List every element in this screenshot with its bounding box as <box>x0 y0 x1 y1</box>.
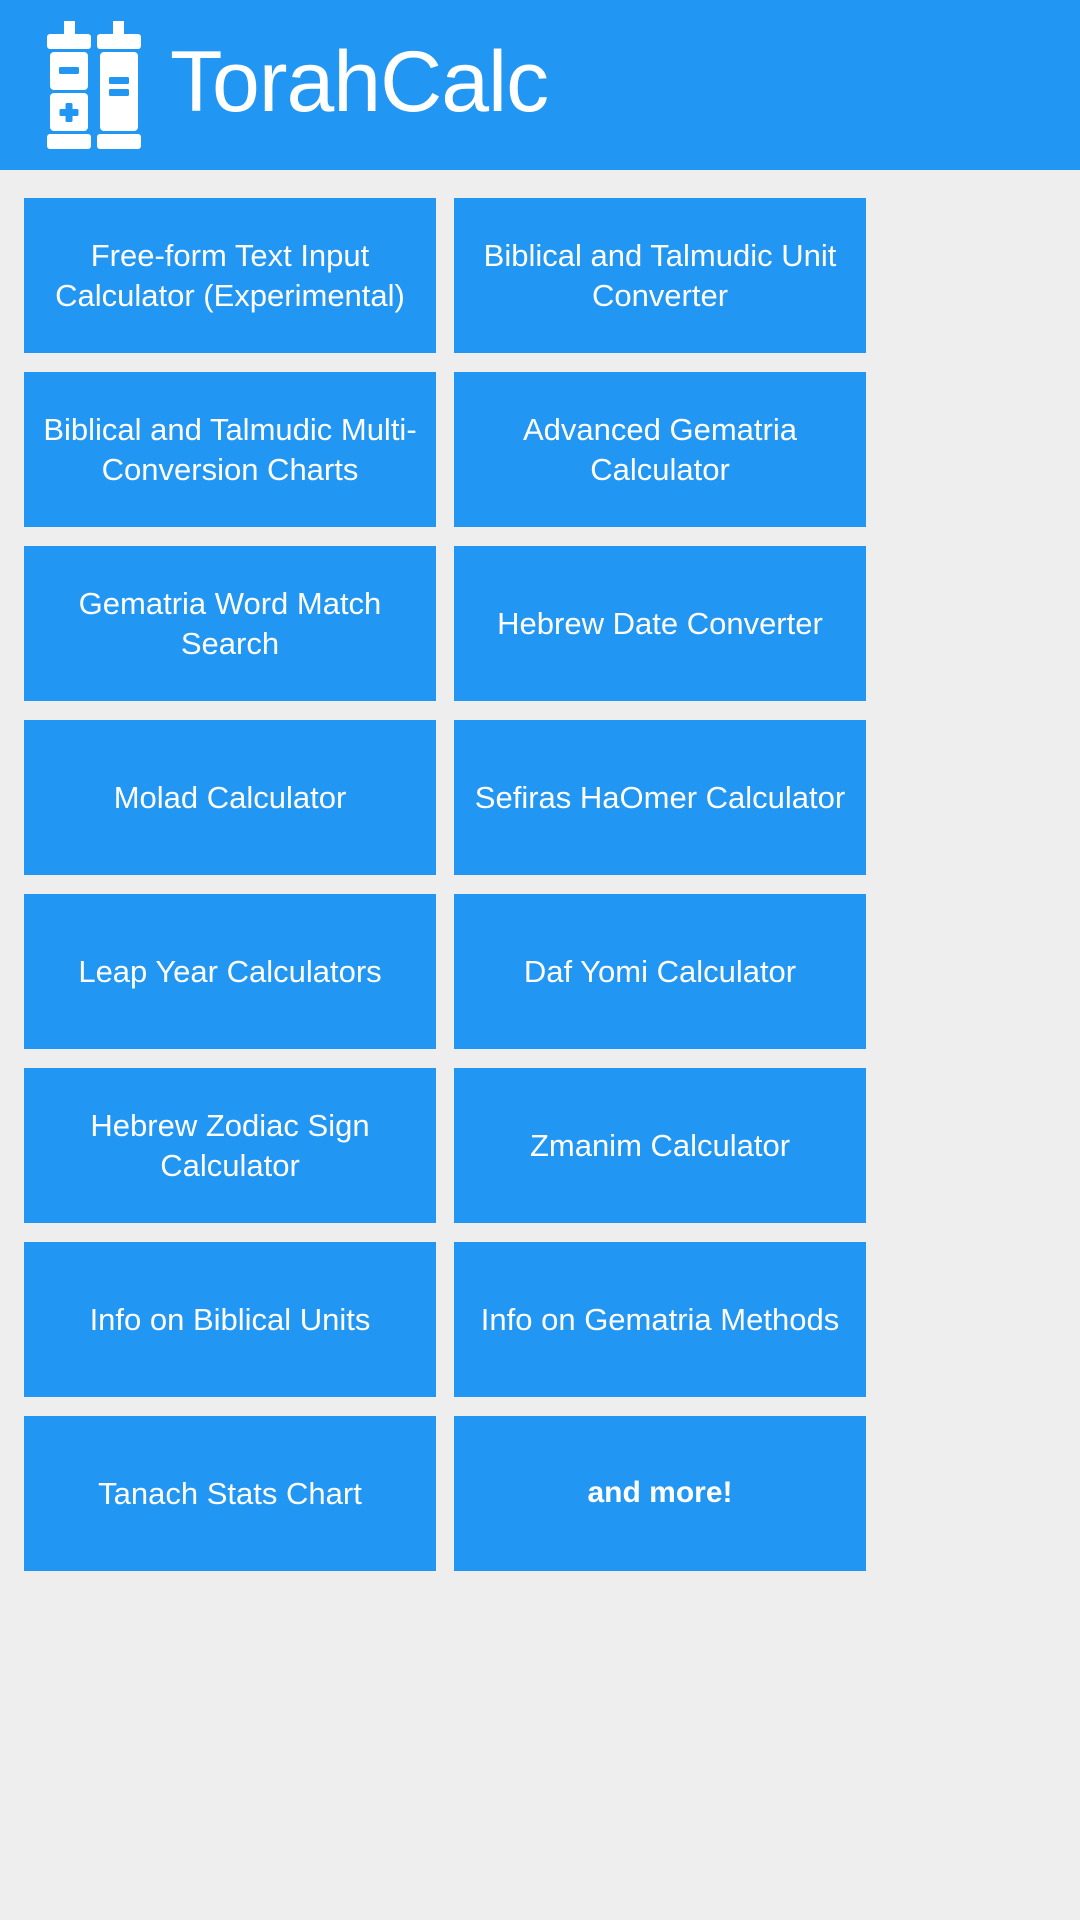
menu-tile-label: and more! <box>587 1476 733 1510</box>
menu-tile-and-more[interactable]: and more! <box>454 1416 866 1571</box>
menu-tile-label: Biblical and Talmudic Unit Converter <box>483 237 837 313</box>
menu-tile-label: Biblical and Talmudic Multi-Conversion C… <box>43 411 417 487</box>
menu-tile-label: Tanach Stats Chart <box>98 1475 362 1511</box>
torah-scroll-calculator-icon <box>44 21 144 149</box>
menu-tile-label: Info on Biblical Units <box>89 1301 371 1337</box>
menu-tile-tanach-stats-chart[interactable]: Tanach Stats Chart <box>24 1416 436 1571</box>
menu-tile-label: Daf Yomi Calculator <box>523 953 797 989</box>
menu-tile-zmanim-calculator[interactable]: Zmanim Calculator <box>454 1068 866 1223</box>
menu-tile-label: Leap Year Calculators <box>78 953 382 989</box>
menu-tile-label: Zmanim Calculator <box>529 1127 791 1163</box>
calculator-menu-grid: Free-form Text Input Calculator (Experim… <box>0 170 1080 1571</box>
app-header: TorahCalc <box>0 0 1080 170</box>
menu-tile-daf-yomi-calculator[interactable]: Daf Yomi Calculator <box>454 894 866 1049</box>
menu-tile-label: Free-form Text Input Calculator (Experim… <box>55 237 405 313</box>
menu-tile-biblical-and-talmudic-unit-converter[interactable]: Biblical and Talmudic Unit Converter <box>454 198 866 353</box>
menu-tile-label: Hebrew Zodiac Sign Calculator <box>90 1107 370 1183</box>
menu-tile-info-on-biblical-units[interactable]: Info on Biblical Units <box>24 1242 436 1397</box>
menu-tile-label: Gematria Word Match Search <box>78 585 382 661</box>
menu-tile-gematria-word-match-search[interactable]: Gematria Word Match Search <box>24 546 436 701</box>
menu-tile-sefiras-haomer-calculator[interactable]: Sefiras HaOmer Calculator <box>454 720 866 875</box>
menu-tile-info-on-gematria-methods[interactable]: Info on Gematria Methods <box>454 1242 866 1397</box>
menu-tile-label: Sefiras HaOmer Calculator <box>474 779 846 815</box>
page-title: TorahCalc <box>170 34 549 130</box>
menu-tile-hebrew-zodiac-sign-calculator[interactable]: Hebrew Zodiac Sign Calculator <box>24 1068 436 1223</box>
menu-tile-label: Info on Gematria Methods <box>480 1301 840 1337</box>
menu-tile-label: Hebrew Date Converter <box>497 605 823 641</box>
menu-tile-molad-calculator[interactable]: Molad Calculator <box>24 720 436 875</box>
menu-tile-hebrew-date-converter[interactable]: Hebrew Date Converter <box>454 546 866 701</box>
menu-tile-free-form-text-input-calculator[interactable]: Free-form Text Input Calculator (Experim… <box>24 198 436 353</box>
menu-tile-leap-year-calculators[interactable]: Leap Year Calculators <box>24 894 436 1049</box>
menu-tile-advanced-gematria-calculator[interactable]: Advanced Gematria Calculator <box>454 372 866 527</box>
menu-tile-label: Molad Calculator <box>113 779 347 815</box>
menu-tile-biblical-and-talmudic-multi-conversion-charts[interactable]: Biblical and Talmudic Multi-Conversion C… <box>24 372 436 527</box>
menu-tile-label: Advanced Gematria Calculator <box>523 411 797 487</box>
